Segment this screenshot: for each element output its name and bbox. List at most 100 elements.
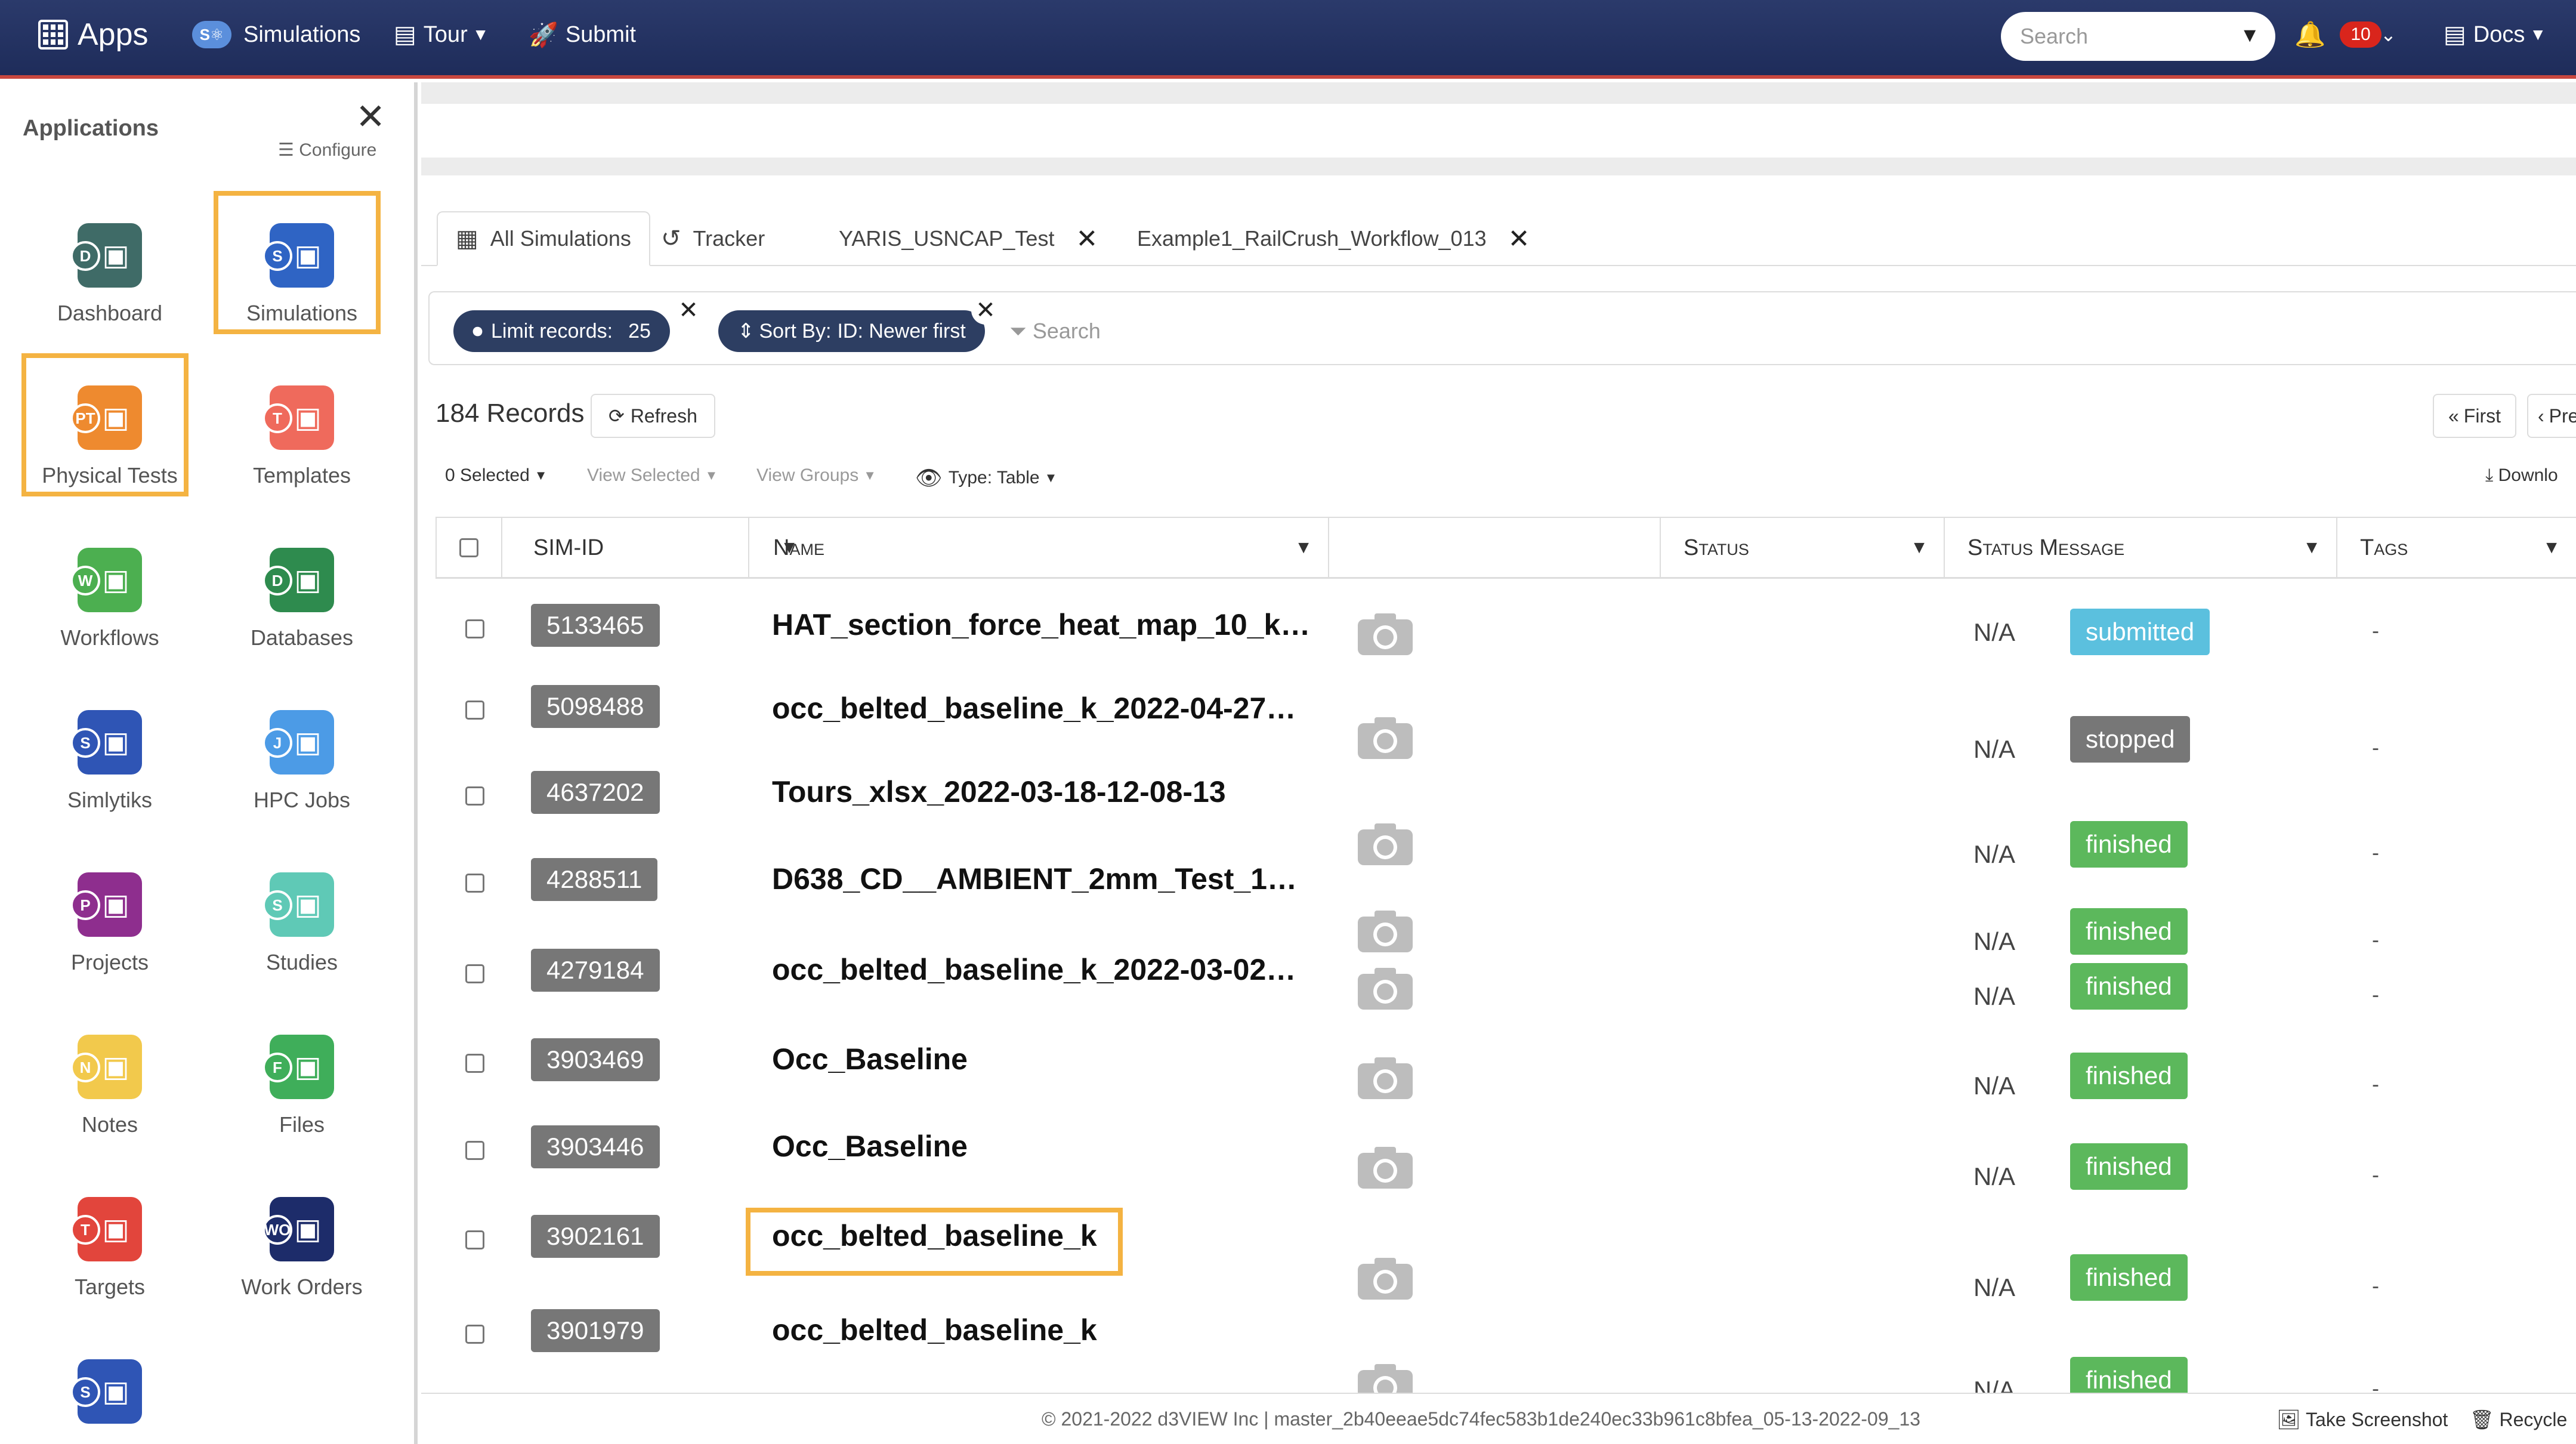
app-tile-simlytiks[interactable]: S ▣ Simlytiks [26, 683, 193, 826]
simulation-name-link[interactable]: Occ_Baseline [772, 1042, 968, 1076]
row-checkbox[interactable] [465, 874, 484, 893]
refresh-button[interactable]: ⟳ Refresh [591, 394, 715, 438]
tab-yaris-usncap-test[interactable]: YARIS_USNCAP_Test ✕ [839, 211, 1098, 266]
app-tile-notes[interactable]: N ▣ Notes [26, 1007, 193, 1150]
column-tags[interactable]: Tags ▼ [2336, 518, 2576, 578]
app-tile-projects[interactable]: P ▣ Projects [26, 845, 193, 988]
app-tile-templates[interactable]: T ▣ Templates [218, 358, 385, 501]
sim-id-badge[interactable]: 4288511 [531, 858, 658, 901]
docs-label: Docs [2473, 21, 2525, 47]
camera-icon[interactable] [1355, 1143, 1415, 1191]
simulation-name-link[interactable]: occ_belted_baseline_k [772, 1313, 1097, 1347]
app-tile-databases[interactable]: D ▣ Databases [218, 520, 385, 664]
selected-dropdown[interactable]: 0 Selected ▼ [445, 465, 548, 486]
apps-menu[interactable]: Apps [38, 0, 149, 69]
download-button[interactable]: ⤓ Downlo [2485, 465, 2558, 486]
close-tab-icon[interactable]: ✕ [1076, 224, 1098, 254]
column-status-message[interactable]: Status Message ▼ [1944, 518, 2336, 578]
app-tile-hpc-jobs[interactable]: J ▣ HPC Jobs [218, 683, 385, 826]
row-checkbox[interactable] [465, 619, 484, 638]
prev-page-button[interactable]: ‹ Pre [2527, 394, 2576, 438]
configure-button[interactable]: ☰ Configure [278, 140, 376, 161]
view-groups-dropdown[interactable]: View Groups ▼ [756, 465, 876, 486]
sim-id-badge[interactable]: 4279184 [531, 949, 660, 992]
filter-search-input[interactable]: ⏷ Search [1009, 319, 1101, 344]
app-tile-more[interactable]: S ▣ [26, 1332, 193, 1444]
app-tile-studies[interactable]: S ▣ Studies [218, 845, 385, 988]
tab-example1-railcrush[interactable]: Example1_RailCrush_Workflow_013 ✕ [1137, 211, 1530, 266]
take-screenshot-button[interactable]: 🖼 Take Screenshot [2277, 1408, 2448, 1431]
view-selected-dropdown[interactable]: View Selected ▼ [587, 465, 718, 486]
app-tile-dashboard[interactable]: D ▣ Dashboard [26, 196, 193, 339]
simulation-name-link[interactable]: occ_belted_baseline_k_2022-04-27… [772, 691, 1296, 726]
app-letter-badge: PT [70, 403, 100, 433]
tab-all-simulations[interactable]: ▦ All Simulations [437, 211, 650, 266]
column-label: Status [1684, 535, 1749, 560]
camera-icon[interactable] [1355, 820, 1415, 868]
column-status[interactable]: Status ▼ [1660, 518, 1944, 578]
docs-icon: ▤ [2444, 21, 2466, 48]
status-badge: submitted [2070, 609, 2210, 655]
chevron-down-icon[interactable]: ⌄ [2380, 0, 2396, 69]
app-tile-physical-tests[interactable]: PT ▣ Physical Tests [21, 353, 189, 496]
sim-id-badge[interactable]: 3903446 [531, 1125, 660, 1168]
caret-down-icon[interactable]: ▼ [2240, 24, 2260, 47]
remove-filter-icon[interactable]: ✕ [674, 296, 703, 325]
sim-id-badge[interactable]: 3903469 [531, 1038, 660, 1081]
simulations-nav[interactable]: S⚛ Simulations [192, 0, 360, 69]
sim-id-badge[interactable]: 3901979 [531, 1309, 660, 1352]
analytics-icon: S ▣ [70, 710, 142, 775]
caret-down-icon[interactable]: ▼ [1295, 538, 1312, 558]
row-checkbox[interactable] [465, 786, 484, 806]
docs-menu[interactable]: ▤ Docs ▼ [2444, 0, 2546, 69]
close-icon[interactable]: ✕ [356, 99, 385, 135]
camera-icon[interactable] [1355, 610, 1415, 658]
app-tile-files[interactable]: F ▣ Files [218, 1007, 385, 1150]
caret-down-icon[interactable]: ▼ [1910, 538, 1928, 558]
simulation-name-link[interactable]: Tours_xlsx_2022-03-18-12-08-13 [772, 775, 1226, 809]
flask-icon: PT ▣ [70, 385, 142, 450]
type-dropdown[interactable]: 👁 Type: Table ▼ [915, 465, 1057, 490]
recycle-button[interactable]: 🗑 Recycle [2470, 1408, 2567, 1431]
simulation-name-link[interactable]: Occ_Baseline [772, 1129, 968, 1164]
select-all-checkbox[interactable] [459, 538, 478, 557]
tour-menu[interactable]: ▤ Tour ▼ [394, 0, 489, 69]
simulation-name-link[interactable]: HAT_section_force_heat_map_10_k… [772, 607, 1310, 642]
caret-down-icon[interactable]: ▼ [2303, 538, 2321, 558]
camera-icon[interactable] [1355, 1254, 1415, 1302]
row-checkbox[interactable] [465, 964, 484, 983]
close-tab-icon[interactable]: ✕ [1508, 224, 1530, 254]
app-tile-workflows[interactable]: W ▣ Workflows [26, 520, 193, 664]
sort-by-chip[interactable]: ⇕ Sort By: ID: Newer first ✕ [718, 296, 1000, 352]
column-name[interactable]: Name ▼ [748, 518, 1328, 578]
row-checkbox[interactable] [465, 1230, 484, 1249]
camera-icon[interactable] [1355, 714, 1415, 761]
app-tile-targets[interactable]: T ▣ Targets [26, 1170, 193, 1313]
camera-icon[interactable] [1355, 1054, 1415, 1101]
bell-icon[interactable]: 🔔 [2294, 0, 2325, 69]
limit-records-chip[interactable]: ⏺ Limit records: 25 ✕ [453, 296, 703, 352]
row-checkbox[interactable] [465, 1141, 484, 1160]
sim-id-badge[interactable]: 5133465 [531, 604, 660, 647]
sim-id-badge[interactable]: 4637202 [531, 771, 660, 814]
simulation-name-link[interactable]: occ_belted_baseline_k_2022-03-02… [772, 952, 1296, 987]
first-page-button[interactable]: « First [2433, 394, 2516, 438]
simulation-name-link[interactable]: D638_CD__AMBIENT_2mm_Test_1… [772, 862, 1297, 896]
sim-id-badge[interactable]: 5098488 [531, 685, 660, 728]
row-checkbox[interactable] [465, 1054, 484, 1073]
global-search-input[interactable]: Search ▼ [2001, 12, 2275, 61]
tab-tracker[interactable]: ↺ Tracker [661, 211, 765, 266]
app-tile-simulations[interactable]: S ▣ Simulations [214, 191, 381, 334]
database-icon: D ▣ [262, 548, 334, 612]
sim-id-badge[interactable]: 3902161 [531, 1215, 660, 1258]
row-checkbox[interactable] [465, 1325, 484, 1344]
camera-icon[interactable] [1355, 907, 1415, 955]
remove-filter-icon[interactable]: ✕ [971, 296, 1000, 325]
app-tile-work-orders[interactable]: WO ▣ Work Orders [218, 1170, 385, 1313]
row-checkbox[interactable] [465, 701, 484, 720]
limit-value: 25 [628, 319, 651, 343]
notification-badge[interactable]: 10 [2340, 21, 2382, 48]
submit-button[interactable]: 🚀 Submit [529, 0, 636, 69]
caret-down-icon[interactable]: ▼ [2543, 538, 2560, 558]
camera-icon[interactable] [1355, 964, 1415, 1012]
